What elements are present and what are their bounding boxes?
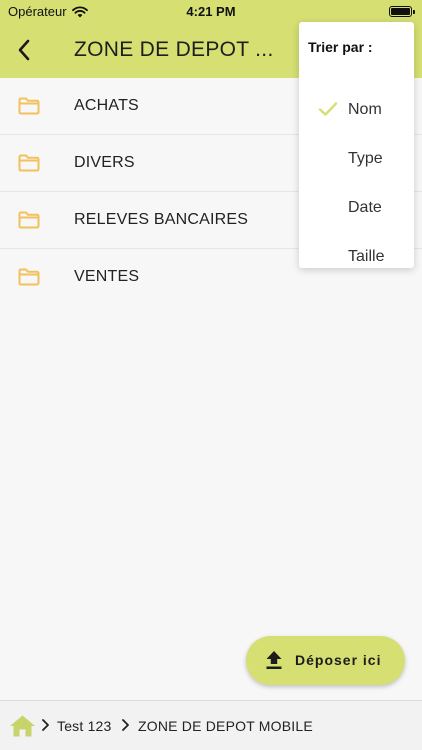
sort-option-taille[interactable]: Taille (299, 238, 414, 278)
upload-icon (266, 651, 282, 669)
folder-icon (18, 154, 40, 172)
breadcrumb-item-test-123[interactable]: Test 123 (57, 718, 112, 734)
folder-icon (18, 268, 40, 286)
chevron-left-icon (18, 39, 30, 61)
folder-label: VENTES (74, 268, 140, 285)
sort-option-label: Type (348, 150, 383, 167)
battery-icon (389, 6, 415, 17)
folder-icon (18, 97, 40, 115)
breadcrumb-item-zone-de-depot-mobile[interactable]: ZONE DE DEPOT MOBILE (138, 718, 313, 734)
page-title: ZONE DE DEPOT ... (74, 38, 274, 61)
breadcrumb: Test 123 ZONE DE DEPOT MOBILE (0, 700, 422, 750)
folder-icon (18, 211, 40, 229)
folder-label: RELEVES BANCAIRES (74, 211, 249, 228)
folder-label: DIVERS (74, 154, 135, 171)
sort-option-label: Nom (348, 101, 382, 118)
sort-option-nom[interactable]: Nom (299, 91, 414, 131)
folder-label: ACHATS (74, 97, 139, 114)
checkmark-icon (318, 102, 338, 116)
sort-menu-heading: Trier par : (308, 39, 373, 55)
sort-option-label: Taille (348, 248, 385, 265)
home-icon[interactable] (9, 714, 36, 738)
back-button[interactable] (10, 36, 38, 64)
sort-menu: Trier par : Nom Type Date Taille (299, 22, 414, 268)
status-time: 4:21 PM (186, 4, 236, 19)
status-bar: Opérateur 4:21 PM (0, 0, 422, 24)
sort-option-type[interactable]: Type (299, 140, 414, 180)
chevron-right-icon (122, 719, 129, 731)
chevron-right-icon (42, 719, 49, 731)
upload-button[interactable]: Déposer ici (246, 636, 405, 685)
sort-option-date[interactable]: Date (299, 189, 414, 229)
sort-option-label: Date (348, 199, 382, 216)
upload-button-label: Déposer ici (295, 652, 382, 668)
